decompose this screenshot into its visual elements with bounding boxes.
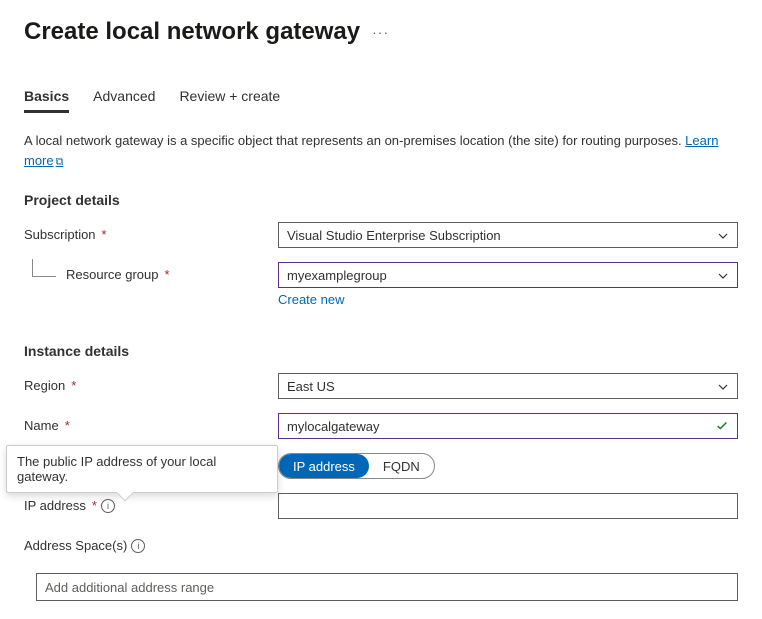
subscription-value: Visual Studio Enterprise Subscription bbox=[287, 228, 501, 243]
external-link-icon: ⧉ bbox=[56, 156, 64, 168]
required-indicator: * bbox=[92, 498, 97, 513]
section-title-instance-details: Instance details bbox=[24, 343, 738, 359]
label-region: Region bbox=[24, 378, 65, 393]
chevron-down-icon bbox=[717, 230, 729, 242]
label-resource-group: Resource group bbox=[66, 267, 159, 282]
name-input[interactable]: mylocalgateway bbox=[278, 413, 738, 439]
hierarchy-bracket-icon bbox=[32, 259, 56, 277]
required-indicator: * bbox=[71, 378, 76, 393]
section-title-project-details: Project details bbox=[24, 192, 738, 208]
page-title: Create local network gateway bbox=[24, 18, 360, 46]
region-select[interactable]: East US bbox=[278, 373, 738, 399]
ip-address-input[interactable] bbox=[278, 493, 738, 519]
required-indicator: * bbox=[165, 267, 170, 282]
endpoint-option-ip[interactable]: IP address bbox=[279, 454, 369, 478]
more-icon[interactable]: ··· bbox=[372, 24, 389, 40]
description-body: A local network gateway is a specific ob… bbox=[24, 133, 685, 148]
resource-group-value: myexamplegroup bbox=[287, 268, 387, 283]
label-ip-address: IP address bbox=[24, 498, 86, 513]
tab-advanced[interactable]: Advanced bbox=[93, 82, 155, 113]
info-icon[interactable]: i bbox=[101, 499, 115, 513]
name-value: mylocalgateway bbox=[287, 419, 380, 434]
tab-basics[interactable]: Basics bbox=[24, 82, 69, 113]
label-name: Name bbox=[24, 418, 59, 433]
required-indicator: * bbox=[102, 227, 107, 242]
description-text: A local network gateway is a specific ob… bbox=[24, 131, 738, 170]
create-new-link[interactable]: Create new bbox=[278, 292, 344, 307]
label-address-space: Address Space(s) bbox=[24, 538, 127, 553]
tab-review-create[interactable]: Review + create bbox=[179, 82, 280, 113]
label-subscription: Subscription bbox=[24, 227, 96, 242]
resource-group-select[interactable]: myexamplegroup bbox=[278, 262, 738, 288]
subscription-select[interactable]: Visual Studio Enterprise Subscription bbox=[278, 222, 738, 248]
required-indicator: * bbox=[65, 418, 70, 433]
address-range-placeholder: Add additional address range bbox=[45, 580, 214, 595]
info-icon[interactable]: i bbox=[131, 539, 145, 553]
address-range-input[interactable]: Add additional address range bbox=[36, 573, 738, 601]
endpoint-tooltip: The public IP address of your local gate… bbox=[6, 445, 278, 493]
checkmark-icon bbox=[715, 419, 729, 436]
chevron-down-icon bbox=[717, 381, 729, 393]
endpoint-option-fqdn[interactable]: FQDN bbox=[369, 454, 434, 478]
region-value: East US bbox=[287, 379, 335, 394]
tabs: Basics Advanced Review + create bbox=[24, 82, 738, 113]
chevron-down-icon bbox=[717, 270, 729, 282]
endpoint-toggle: IP address FQDN bbox=[278, 453, 435, 479]
